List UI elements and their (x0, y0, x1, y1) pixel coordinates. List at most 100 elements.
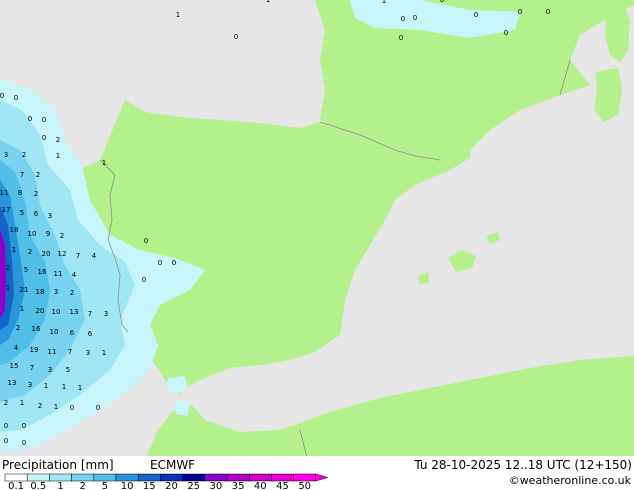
precip-value-label: 21 (20, 286, 29, 294)
precip-value-label: 13 (8, 379, 17, 387)
precip-value-label: 1 (78, 384, 82, 392)
precip-value-label: 1 (20, 399, 24, 407)
precip-value-label: 0 (22, 422, 26, 430)
precip-value-label: 2 (16, 324, 20, 332)
precip-value-label: 3 (28, 381, 32, 389)
legend-swatch (26, 473, 50, 482)
precip-value-label: 17 (2, 206, 11, 214)
precip-patch-ceuta (175, 400, 190, 416)
precip-value-label: 0 (399, 34, 403, 42)
precip-value-label: 16 (32, 325, 41, 333)
precip-value-label: 7 (68, 348, 72, 356)
precip-value-label: 2 (4, 399, 8, 407)
precip-value-label: 0 (96, 404, 100, 412)
legend-swatch (160, 473, 183, 482)
precip-value-label: 12 (58, 250, 67, 258)
precip-value-label: 0 (4, 437, 8, 445)
precip-value-label: 1 (20, 305, 24, 313)
precip-value-label: 0 (0, 92, 4, 100)
precip-value-label: 2 (60, 232, 64, 240)
precip-value-label: 6 (88, 330, 93, 338)
legend-swatch (248, 473, 272, 482)
precip-value-label: 7 (76, 252, 80, 260)
precip-value-label: 6 (34, 210, 39, 218)
legend-overflow-arrow (315, 473, 329, 482)
precip-value-label: 1 (102, 349, 106, 357)
precip-value-label: 1 (6, 284, 10, 292)
precip-value-label: 3 (48, 366, 52, 374)
precip-value-label: 1 (266, 0, 270, 4)
legend-tick-label: 45 (276, 481, 289, 490)
precip-value-label: 5 (66, 366, 70, 374)
precip-value-label: 0 (22, 439, 26, 447)
legend-tick-label: 50 (298, 481, 312, 490)
legend-model: ECMWF (150, 458, 196, 472)
precip-value-label: 3 (104, 310, 108, 318)
precip-value-label: 0 (28, 115, 32, 123)
precip-value-label: 1 (56, 152, 60, 160)
precip-value-label: 0 (4, 422, 8, 430)
precip-value-label: 2 (6, 264, 10, 272)
precip-value-label: 0 (172, 259, 176, 267)
copyright-link[interactable]: ©weatheronline.co.uk (509, 474, 631, 487)
precip-value-label: 1 (176, 11, 180, 19)
precip-value-label: 11 (54, 270, 63, 278)
precip-value-label: 18 (36, 288, 45, 296)
legend-tick-label: 25 (187, 481, 201, 490)
precip-value-label: 0 (401, 15, 405, 23)
precip-value-label: 0 (474, 11, 478, 19)
precip-value-label: 2 (36, 171, 40, 179)
legend-swatch (49, 473, 72, 482)
precip-value-label: 1 (44, 382, 48, 390)
precip-value-label: 2 (28, 248, 32, 256)
precip-value-label: 2 (38, 402, 42, 410)
precip-value-label: 0 (42, 134, 46, 142)
precip-value-label: 3 (86, 349, 90, 357)
precip-value-label: 0 (42, 116, 46, 124)
precip-value-label: 16 (38, 268, 47, 276)
precip-value-label: 4 (92, 252, 97, 260)
precip-value-label: 4 (72, 271, 77, 279)
precip-value-label: 1 (12, 246, 16, 254)
precip-value-label: 0 (14, 94, 18, 102)
precip-value-label: 7 (20, 171, 24, 179)
precip-value-label: 1 (62, 383, 66, 391)
legend-swatch (71, 473, 95, 482)
legend-tick-label: 5 (101, 481, 109, 490)
precip-value-label: 0 (142, 276, 146, 284)
legend-swatch (4, 473, 28, 482)
precip-value-label: 3 (48, 212, 52, 220)
precip-value-label: 0 (144, 237, 148, 245)
precip-value-label: 0 (518, 8, 522, 16)
legend-swatch (204, 473, 228, 482)
legend-tick-label: 0.1 (8, 481, 25, 490)
precip-value-label: 10 (50, 328, 59, 336)
precip-value-label: 13 (70, 308, 79, 316)
precip-value-label: 2 (34, 190, 38, 198)
precip-value-label: 20 (42, 250, 51, 258)
precip-value-label: 11 (48, 348, 57, 356)
precip-value-label: 0 (234, 33, 238, 41)
precip-value-label: 0 (546, 8, 550, 16)
precip-value-label: 2 (22, 151, 26, 159)
legend-swatch (137, 473, 161, 482)
precip-value-label: 15 (10, 362, 19, 370)
precip-value-label: 20 (36, 307, 45, 315)
precip-value-label: 2 (56, 136, 60, 144)
precip-value-label: 2 (70, 289, 74, 297)
legend-tick-label: 10 (120, 481, 134, 490)
precip-value-label: 1 (54, 403, 58, 411)
legend-tick-label: 40 (253, 481, 267, 490)
precip-value-label: 3 (4, 151, 8, 159)
precip-value-label: 19 (30, 346, 39, 354)
precip-value-label: 5 (20, 209, 24, 217)
legend-tick-label: 1 (57, 481, 64, 490)
precip-value-label: 18 (10, 226, 19, 234)
precip-value-label: 10 (28, 230, 37, 238)
precip-value-label: 0 (70, 404, 74, 412)
precip-value-label: 0 (413, 14, 417, 22)
legend-tick-label: 0.5 (30, 481, 47, 490)
precip-value-label: 7 (88, 310, 92, 318)
legend-tick-label: 15 (142, 481, 156, 490)
precip-value-label: 0 (440, 0, 444, 4)
